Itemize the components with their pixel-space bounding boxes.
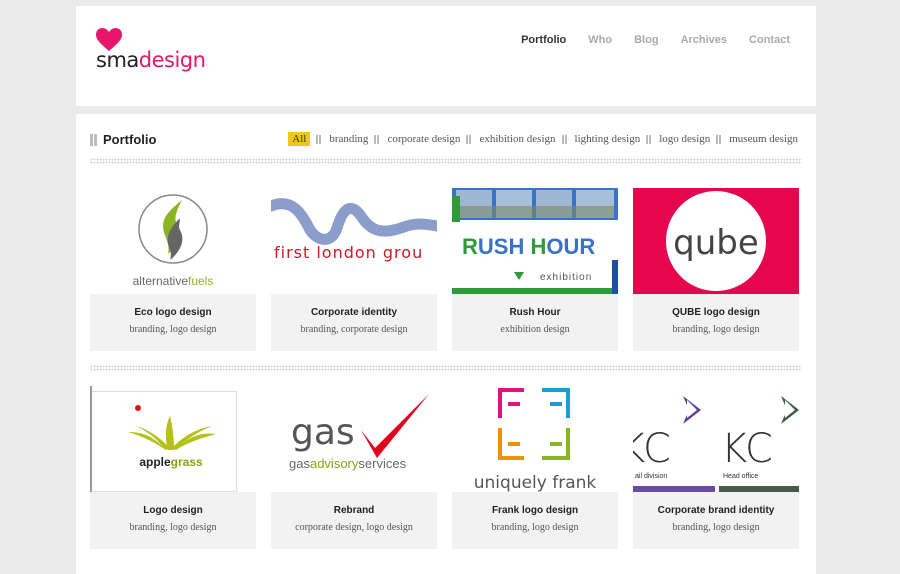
nav-blog[interactable]: Blog [634, 34, 658, 46]
thumb-gas-w3: services [358, 456, 406, 471]
filter-label: lighting design [574, 133, 641, 145]
filter-lighting-design[interactable]: lighting design [561, 132, 641, 146]
card-title: Eco logo design [134, 307, 212, 318]
card-categories: branding, logo design [672, 324, 760, 335]
filter-exhibition-design[interactable]: exhibition design [466, 132, 556, 146]
dotted-divider [90, 365, 802, 371]
thumb-london-text: first london grou [274, 243, 423, 262]
main-nav: Portfolio Who Blog Archives Contact [521, 34, 790, 46]
project-thumbnail: qube [633, 188, 799, 294]
portfolio-grid-row-2: applegrass Logo design branding, logo de… [90, 386, 799, 549]
filter-label: logo design [659, 133, 711, 145]
project-thumbnail: applegrass [90, 386, 256, 492]
thumb-word-apple: apple [139, 455, 171, 469]
filter-museum-design[interactable]: museum design [716, 132, 798, 146]
card-title: Frank logo design [491, 505, 579, 516]
svg-text:alternativefuels: alternativefuels [133, 274, 214, 288]
filter-corporate-design[interactable]: corporate design [374, 132, 460, 146]
project-thumbnail: gas gasadvisoryservices [271, 386, 437, 492]
project-thumbnail: first london grou [271, 188, 437, 294]
thumb-gas-text: gas [291, 412, 355, 453]
category-filters: All branding corporate design exhibition… [282, 132, 798, 146]
card-categories: branding, logo design [129, 324, 217, 335]
svg-text:RUSH HOUR: RUSH HOUR [462, 234, 595, 259]
thumb-gas-w1: gas [289, 456, 310, 471]
thumb-frank-text: uniquely frank [474, 473, 597, 492]
portfolio-section: Portfolio All branding corporate design … [76, 114, 816, 574]
nav-contact[interactable]: Contact [749, 34, 790, 46]
filter-label: exhibition design [479, 133, 556, 145]
thumb-rush-r: R [462, 234, 478, 259]
thumb-qube-text: qube [673, 223, 759, 263]
svg-text:gasadvisoryservices: gasadvisoryservices [289, 456, 407, 471]
card-categories: exhibition design [500, 324, 570, 335]
portfolio-card[interactable]: KC KC ail division Head office Corporate… [633, 386, 799, 549]
svg-text:first london grou: first london grou [274, 243, 423, 262]
filter-logo-design[interactable]: logo design [646, 132, 710, 146]
filter-branding[interactable]: branding [316, 132, 368, 146]
site-logo[interactable]: smadesign [96, 28, 216, 76]
portfolio-card[interactable]: RUSH HOUR exhibition Rush Hour exhibitio… [452, 188, 618, 351]
card-title: Corporate identity [310, 307, 398, 318]
portfolio-card[interactable]: first london grou Corporate identity bra… [271, 188, 437, 351]
filter-label: All [288, 132, 311, 146]
dotted-divider [90, 158, 802, 164]
portfolio-card[interactable]: gas gasadvisoryservices Rebrand corporat… [271, 386, 437, 549]
filter-bars-icon [316, 134, 322, 144]
card-title: Corporate brand identity [657, 505, 775, 516]
card-title: QUBE logo design [672, 307, 760, 318]
filter-bars-icon [646, 134, 652, 144]
thumb-kc-right: KC [721, 426, 773, 472]
project-thumbnail: uniquely frank [452, 386, 618, 492]
thumb-word-alternative: alternative [133, 274, 189, 288]
thumb-rush-our: OUR [546, 234, 595, 259]
portfolio-card[interactable]: uniquely frank Frank logo design brandin… [452, 386, 618, 549]
nav-archives[interactable]: Archives [681, 34, 727, 46]
thumb-word-fuels: fuels [188, 274, 213, 288]
thumb-kc-cap2: Head office [723, 473, 758, 480]
logo-part-sma: sma [96, 48, 139, 72]
logo-wordmark: smadesign [96, 48, 206, 72]
card-title: Rebrand [333, 505, 375, 516]
heading-bars-icon [90, 133, 97, 146]
card-title: Logo design [143, 505, 203, 516]
filter-label: branding [329, 133, 369, 145]
project-thumbnail: KC KC ail division Head office [633, 386, 799, 492]
nav-portfolio[interactable]: Portfolio [521, 34, 566, 46]
filter-all[interactable]: All [288, 132, 311, 146]
filter-bars-icon [561, 134, 567, 144]
thumb-rush-h: H [530, 234, 546, 259]
thumb-kc-left: KC [633, 426, 671, 472]
logo-part-design: design [138, 48, 206, 72]
section-heading: Portfolio [90, 132, 156, 147]
project-thumbnail: RUSH HOUR exhibition [452, 188, 618, 294]
portfolio-card[interactable]: qube QUBE logo design branding, logo des… [633, 188, 799, 351]
project-thumbnail: alternativefuels [90, 188, 256, 294]
thumb-kc-cap1: ail division [635, 473, 667, 480]
filter-label: corporate design [387, 133, 461, 145]
card-categories: branding, logo design [129, 522, 217, 533]
thumb-gas-w2: advisory [310, 456, 359, 471]
site-header: smadesign Portfolio Who Blog Archives Co… [76, 6, 816, 106]
nav-who[interactable]: Who [588, 34, 612, 46]
card-categories: corporate design, logo design [295, 522, 413, 533]
card-title: Rush Hour [509, 307, 561, 318]
portfolio-grid-row-1: alternativefuels Eco logo design brandin… [90, 188, 799, 351]
card-categories: branding, logo design [672, 522, 760, 533]
thumb-word-grass: grass [171, 455, 203, 469]
filter-label: museum design [729, 133, 798, 145]
section-title: Portfolio [103, 132, 157, 147]
thumb-rush-sub: exhibition [540, 272, 592, 283]
portfolio-card[interactable]: alternativefuels Eco logo design brandin… [90, 188, 256, 351]
thumb-rush-ush: USH [478, 234, 531, 259]
svg-text:applegrass: applegrass [139, 455, 203, 469]
card-categories: branding, logo design [491, 522, 579, 533]
filter-bars-icon [716, 134, 722, 144]
portfolio-card[interactable]: applegrass Logo design branding, logo de… [90, 386, 256, 549]
filter-bars-icon [374, 134, 380, 144]
filter-bars-icon [466, 134, 472, 144]
card-categories: branding, corporate design [300, 324, 408, 335]
